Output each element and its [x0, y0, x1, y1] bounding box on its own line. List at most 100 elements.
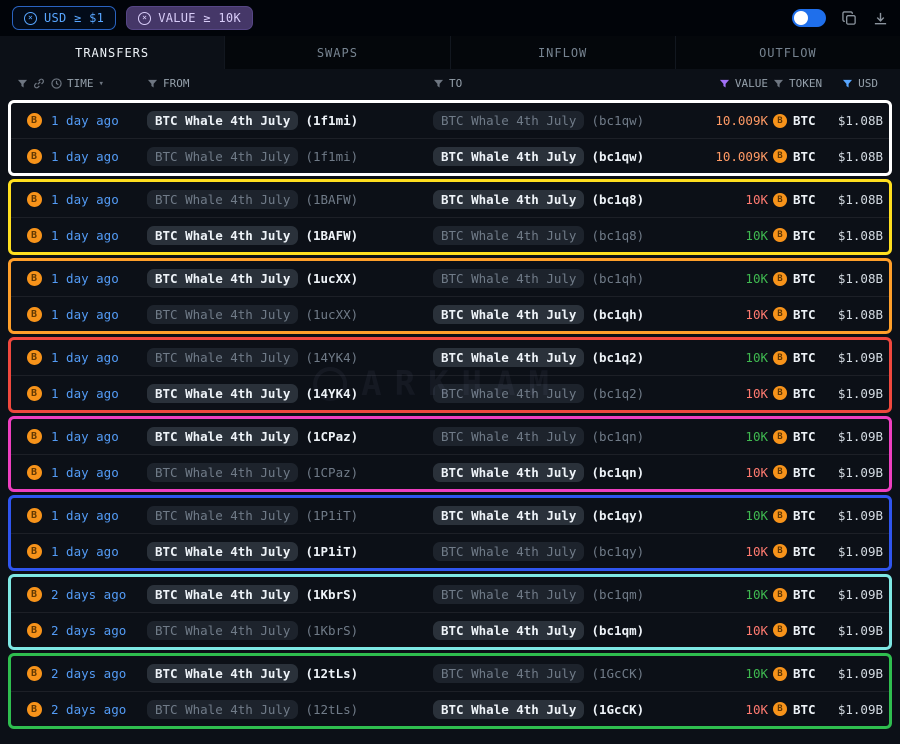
- transfer-from[interactable]: BTC Whale 4th July (1ucXX): [147, 269, 433, 288]
- transfer-row[interactable]: B 1 day ago BTC Whale 4th July (1ucXX) B…: [11, 261, 889, 296]
- link-icon[interactable]: [33, 78, 45, 89]
- from-entity-name[interactable]: BTC Whale 4th July: [147, 226, 298, 245]
- to-entity-name[interactable]: BTC Whale 4th July: [433, 463, 584, 482]
- header-to[interactable]: TO: [433, 77, 653, 90]
- transfer-row[interactable]: B 2 days ago BTC Whale 4th July (1KbrS) …: [11, 577, 889, 612]
- from-entity-address[interactable]: (12tLs): [305, 666, 358, 681]
- remove-value-filter-icon[interactable]: ×: [138, 12, 151, 25]
- transfer-to[interactable]: BTC Whale 4th July (bc1qm): [433, 621, 653, 640]
- to-entity-address[interactable]: (bc1q2): [591, 350, 644, 365]
- transfer-from[interactable]: BTC Whale 4th July (1P1iT): [147, 506, 433, 525]
- header-token[interactable]: TOKEN: [773, 77, 825, 90]
- to-entity-name[interactable]: BTC Whale 4th July: [433, 147, 584, 166]
- transfer-to[interactable]: BTC Whale 4th July (bc1qw): [433, 147, 653, 166]
- to-entity-name[interactable]: BTC Whale 4th July: [433, 226, 584, 245]
- transfer-to[interactable]: BTC Whale 4th July (bc1q2): [433, 348, 653, 367]
- transfer-token[interactable]: B BTC: [773, 192, 825, 207]
- transfer-to[interactable]: BTC Whale 4th July (bc1q2): [433, 384, 653, 403]
- from-entity-name[interactable]: BTC Whale 4th July: [147, 506, 298, 525]
- from-entity-address[interactable]: (1CPaz): [305, 429, 358, 444]
- to-entity-address[interactable]: (bc1qm): [591, 623, 644, 638]
- tab-outflow[interactable]: OUTFLOW: [676, 36, 900, 69]
- from-entity-name[interactable]: BTC Whale 4th July: [147, 305, 298, 324]
- transfer-row[interactable]: B 1 day ago BTC Whale 4th July (1f1mi) B…: [11, 103, 889, 138]
- transfer-from[interactable]: BTC Whale 4th July (1CPaz): [147, 463, 433, 482]
- to-entity-address[interactable]: (bc1qn): [591, 465, 644, 480]
- transfer-token[interactable]: B BTC: [773, 465, 825, 480]
- transfer-row[interactable]: B 1 day ago BTC Whale 4th July (1ucXX) B…: [11, 296, 889, 331]
- transfer-from[interactable]: BTC Whale 4th July (1ucXX): [147, 305, 433, 324]
- transfer-from[interactable]: BTC Whale 4th July (12tLs): [147, 664, 433, 683]
- transfer-to[interactable]: BTC Whale 4th July (bc1qm): [433, 585, 653, 604]
- header-time[interactable]: TIME ▾: [51, 77, 147, 90]
- transfer-row[interactable]: B 1 day ago BTC Whale 4th July (1BAFW) B…: [11, 217, 889, 252]
- from-entity-name[interactable]: BTC Whale 4th July: [147, 621, 298, 640]
- tab-transfers[interactable]: TRANSFERS: [0, 36, 225, 69]
- to-entity-name[interactable]: BTC Whale 4th July: [433, 269, 584, 288]
- transfer-row[interactable]: B 1 day ago BTC Whale 4th July (1CPaz) B…: [11, 454, 889, 489]
- from-entity-name[interactable]: BTC Whale 4th July: [147, 664, 298, 683]
- transfer-row[interactable]: B 1 day ago BTC Whale 4th July (1P1iT) B…: [11, 533, 889, 568]
- transfer-to[interactable]: BTC Whale 4th July (bc1q8): [433, 226, 653, 245]
- from-entity-name[interactable]: BTC Whale 4th July: [147, 190, 298, 209]
- transfer-from[interactable]: BTC Whale 4th July (1f1mi): [147, 147, 433, 166]
- transfer-from[interactable]: BTC Whale 4th July (1BAFW): [147, 190, 433, 209]
- transfer-to[interactable]: BTC Whale 4th July (1GcCK): [433, 700, 653, 719]
- filter-chip-usd[interactable]: × USD ≥ $1: [12, 6, 116, 30]
- transfer-from[interactable]: BTC Whale 4th July (1BAFW): [147, 226, 433, 245]
- transfer-from[interactable]: BTC Whale 4th July (1CPaz): [147, 427, 433, 446]
- transfer-token[interactable]: B BTC: [773, 307, 825, 322]
- to-entity-name[interactable]: BTC Whale 4th July: [433, 506, 584, 525]
- header-value[interactable]: VALUE: [653, 77, 773, 90]
- to-entity-name[interactable]: BTC Whale 4th July: [433, 621, 584, 640]
- transfer-row[interactable]: B 1 day ago BTC Whale 4th July (1CPaz) B…: [11, 419, 889, 454]
- from-entity-address[interactable]: (1P1iT): [305, 544, 358, 559]
- from-entity-name[interactable]: BTC Whale 4th July: [147, 585, 298, 604]
- transfer-row[interactable]: B 1 day ago BTC Whale 4th July (1P1iT) B…: [11, 498, 889, 533]
- transfer-from[interactable]: BTC Whale 4th July (12tLs): [147, 700, 433, 719]
- filter-chip-value[interactable]: × VALUE ≥ 10K: [126, 6, 253, 30]
- transfer-to[interactable]: BTC Whale 4th July (bc1q8): [433, 190, 653, 209]
- from-entity-name[interactable]: BTC Whale 4th July: [147, 463, 298, 482]
- from-entity-address[interactable]: (1BAFW): [305, 192, 358, 207]
- transfer-to[interactable]: BTC Whale 4th July (bc1qw): [433, 111, 653, 130]
- to-entity-address[interactable]: (bc1qn): [591, 429, 644, 444]
- from-entity-name[interactable]: BTC Whale 4th July: [147, 147, 298, 166]
- header-from[interactable]: FROM: [147, 77, 433, 90]
- transfer-token[interactable]: B BTC: [773, 544, 825, 559]
- transfer-row[interactable]: B 1 day ago BTC Whale 4th July (14YK4) B…: [11, 340, 889, 375]
- transfer-token[interactable]: B BTC: [773, 702, 825, 717]
- to-entity-address[interactable]: (bc1qw): [591, 113, 644, 128]
- transfer-to[interactable]: BTC Whale 4th July (bc1qy): [433, 506, 653, 525]
- transfer-to[interactable]: BTC Whale 4th July (bc1qy): [433, 542, 653, 561]
- from-entity-address[interactable]: (14YK4): [305, 386, 358, 401]
- to-entity-address[interactable]: (bc1qh): [591, 271, 644, 286]
- transfer-token[interactable]: B BTC: [773, 113, 825, 128]
- from-entity-name[interactable]: BTC Whale 4th July: [147, 111, 298, 130]
- transfer-token[interactable]: B BTC: [773, 508, 825, 523]
- to-entity-name[interactable]: BTC Whale 4th July: [433, 348, 584, 367]
- to-entity-address[interactable]: (bc1q8): [591, 192, 644, 207]
- header-usd[interactable]: USD: [825, 77, 883, 90]
- to-entity-address[interactable]: (bc1qw): [591, 149, 644, 164]
- transfer-token[interactable]: B BTC: [773, 587, 825, 602]
- from-entity-address[interactable]: (1BAFW): [305, 228, 358, 243]
- to-entity-name[interactable]: BTC Whale 4th July: [433, 542, 584, 561]
- transfer-token[interactable]: B BTC: [773, 149, 825, 164]
- to-entity-address[interactable]: (bc1qm): [591, 587, 644, 602]
- transfer-to[interactable]: BTC Whale 4th July (1GcCK): [433, 664, 653, 683]
- from-entity-address[interactable]: (12tLs): [305, 702, 358, 717]
- from-entity-address[interactable]: (1CPaz): [305, 465, 358, 480]
- from-entity-name[interactable]: BTC Whale 4th July: [147, 269, 298, 288]
- to-entity-address[interactable]: (bc1qy): [591, 544, 644, 559]
- from-entity-name[interactable]: BTC Whale 4th July: [147, 700, 298, 719]
- from-entity-name[interactable]: BTC Whale 4th July: [147, 427, 298, 446]
- transfer-from[interactable]: BTC Whale 4th July (14YK4): [147, 348, 433, 367]
- transfer-token[interactable]: B BTC: [773, 271, 825, 286]
- transfer-from[interactable]: BTC Whale 4th July (1KbrS): [147, 621, 433, 640]
- transfer-token[interactable]: B BTC: [773, 386, 825, 401]
- from-entity-name[interactable]: BTC Whale 4th July: [147, 348, 298, 367]
- to-entity-address[interactable]: (bc1q8): [591, 228, 644, 243]
- to-entity-address[interactable]: (bc1q2): [591, 386, 644, 401]
- from-entity-address[interactable]: (1f1mi): [305, 113, 358, 128]
